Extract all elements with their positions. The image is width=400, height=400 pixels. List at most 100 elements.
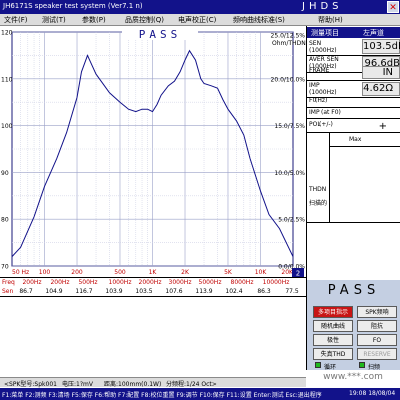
x-tick-label: 100	[39, 269, 51, 276]
divider	[307, 107, 400, 108]
readout-freq-cell: 500Hz	[78, 279, 98, 286]
readout-freq-cell: 3000Hz	[168, 279, 192, 286]
x-tick-label: 10K	[255, 269, 268, 276]
x-tick-label: 500	[114, 269, 126, 276]
loop-led-icon	[315, 362, 321, 368]
menu-calibration[interactable]: 电声校正(C)	[178, 15, 216, 25]
header-item-label: 测量项目	[311, 29, 339, 37]
random-curve-button[interactable]: 随机曲线	[313, 320, 353, 332]
divider	[307, 132, 400, 133]
f0-unit: (Hz)	[315, 97, 328, 104]
readout-sen-cell: 86.7	[19, 288, 33, 295]
x-tick-label: 1K	[149, 269, 158, 276]
menu-help[interactable]: 帮助(H)	[318, 15, 343, 25]
readout-freq-cell: 5000Hz	[198, 279, 222, 286]
readout-freq-row: Freq 200Hz 200Hz 500Hz 1000Hz 2000Hz 300…	[0, 279, 306, 288]
menu-curve-standard[interactable]: 频响曲线标准(S)	[233, 15, 285, 25]
pol-unit: (+/-)	[319, 121, 333, 128]
imp-f0-label: IMP	[309, 109, 320, 116]
reserve-button[interactable]: RESERVE	[357, 348, 397, 360]
y-tick-label-left: 70	[1, 264, 9, 271]
aver-sen-label: AVER SEN	[309, 56, 339, 63]
readout-sen-cell: 86.3	[257, 288, 271, 295]
right-axis-title: Ohm/THDN	[272, 40, 306, 47]
readout-table: Freq 200Hz 200Hz 500Hz 1000Hz 2000Hz 300…	[0, 277, 306, 297]
x-tick-label: 200	[71, 269, 83, 276]
menu-file[interactable]: 文件(F)	[4, 15, 28, 25]
divider	[307, 80, 400, 81]
status-bar: <SPK型号:Spk001 电压:1?mV 距离:100mm(0.1W) 分频程…	[0, 377, 306, 388]
y-tick-label-right: 15.0/7.5%	[274, 123, 305, 130]
divider	[307, 222, 400, 223]
menu-quality[interactable]: 品质控制(Q)	[125, 15, 164, 25]
hotkey-bar: F1:菜单 F2:测频 F3:清场 F5:保存 F6:帮助 F7:配置 F8:校…	[0, 388, 400, 400]
y-tick-label-left: 80	[1, 217, 9, 224]
polarity-button[interactable]: 极性	[313, 334, 353, 346]
frame-value: IN	[382, 67, 393, 78]
readout-sen-cell: 107.6	[165, 288, 183, 295]
multi-item-button[interactable]: 多项目指示	[313, 306, 353, 318]
max-label: Max	[349, 136, 362, 143]
menu-params[interactable]: 参数(P)	[82, 15, 106, 25]
readout-sen-cell: 103.9	[105, 288, 123, 295]
readout-freq-cell: 200Hz	[50, 279, 70, 286]
imp-unit: (1000Hz)	[309, 89, 337, 96]
y-tick-label-left: 110	[1, 76, 13, 83]
readout-freq-cell: 10000Hz	[262, 279, 290, 286]
readout-sen-cell: 104.9	[45, 288, 63, 295]
y-tick-label-right: 25.0/12.5%	[271, 33, 306, 40]
chart-ticks: 50 Hz 100 200 500 1K 2K 5K 10K 20K12011010090807…	[1, 30, 305, 277]
status-distance: 距离:100mm(0.1W)	[104, 381, 162, 388]
frame-label: FRAME	[309, 67, 330, 74]
hotkey-text: F1:菜单 F2:测频 F3:清场 F5:保存 F6:帮助 F7:配置 F8:校…	[2, 392, 322, 399]
sweep-led-icon	[359, 362, 365, 368]
status-voltage: 电压:1?mV	[62, 381, 93, 388]
menu-test[interactable]: 测试(T)	[42, 15, 66, 25]
y-tick-label-right: 10.0/5.0%	[274, 170, 305, 177]
x-tick-label: 5K	[224, 269, 233, 276]
impedance-button[interactable]: 阻抗	[357, 320, 397, 332]
header-channel-label: 左声道	[363, 29, 384, 37]
status-octave: 分频程:1/24 Oct>	[166, 381, 217, 388]
scroll-value: 2	[296, 270, 300, 278]
sweep-label[interactable]: 扫频	[368, 362, 380, 371]
imp-label: IMP	[309, 82, 320, 89]
chart-svg: 50 Hz 100 200 500 1K 2K 5K 10K 20K12011010090807…	[1, 28, 306, 278]
readout-freq-cell: 1000Hz	[108, 279, 132, 286]
readout-sen-cell: 77.5	[285, 288, 299, 295]
spk-response-button[interactable]: SPK频响	[357, 306, 397, 318]
close-icon[interactable]: ✕	[387, 1, 399, 13]
readout-sen-cell: 103.5	[135, 288, 153, 295]
status-model: <SPK型号:Spk001	[4, 381, 57, 388]
pass-result: PASS	[327, 283, 381, 298]
y-tick-label-left: 100	[1, 123, 13, 130]
thd-button[interactable]: 失真THD	[313, 348, 353, 360]
readout-freq-cell: 2000Hz	[138, 279, 162, 286]
y-tick-label-left: 90	[1, 170, 9, 177]
distortion-label: 扫描的	[309, 200, 328, 207]
measurement-header: 测量项目 左声道	[307, 27, 400, 38]
readout-sen-cell: 113.9	[195, 288, 213, 295]
chart-grid	[11, 31, 294, 267]
x-tick-label: 2K	[181, 269, 190, 276]
y-tick-label-left: 120	[1, 30, 13, 37]
imp-value: 4.62Ω	[363, 83, 393, 94]
clock: 19:08 18/08/04	[349, 390, 396, 397]
readout-sen-cell: 116.7	[75, 288, 93, 295]
measurement-panel: 测量项目 左声道 SEN (1000Hz) 103.5dB AVER SEN (…	[306, 26, 400, 280]
title-bar: JH6171S speaker test system (Ver7.1 n) J…	[0, 0, 400, 14]
y-tick-label-right: 20.0/10.0%	[271, 76, 306, 83]
readout-freq-cell: 200Hz	[22, 279, 42, 286]
f0-button[interactable]: FO	[357, 334, 397, 346]
thdn-label: THDN	[309, 186, 327, 193]
readout-sen-cell: 102.4	[225, 288, 243, 295]
frequency-response-chart[interactable]: 50 Hz 100 200 500 1K 2K 5K 10K 20K 120 110 100 90 80 7…	[0, 26, 306, 277]
divider	[329, 146, 400, 147]
readout-sen-row: Sen 86.7 104.9 116.7 103.9 103.5 107.6 1…	[0, 288, 306, 297]
sen-value: 103.5dB	[363, 41, 400, 52]
loop-label[interactable]: 循环	[324, 362, 336, 371]
imp-f0-unit: (at F0)	[321, 109, 341, 116]
brand-logo: JHDS	[302, 1, 343, 12]
x-tick-label: 50 Hz	[12, 269, 29, 276]
sen-label: SEN	[309, 40, 322, 47]
